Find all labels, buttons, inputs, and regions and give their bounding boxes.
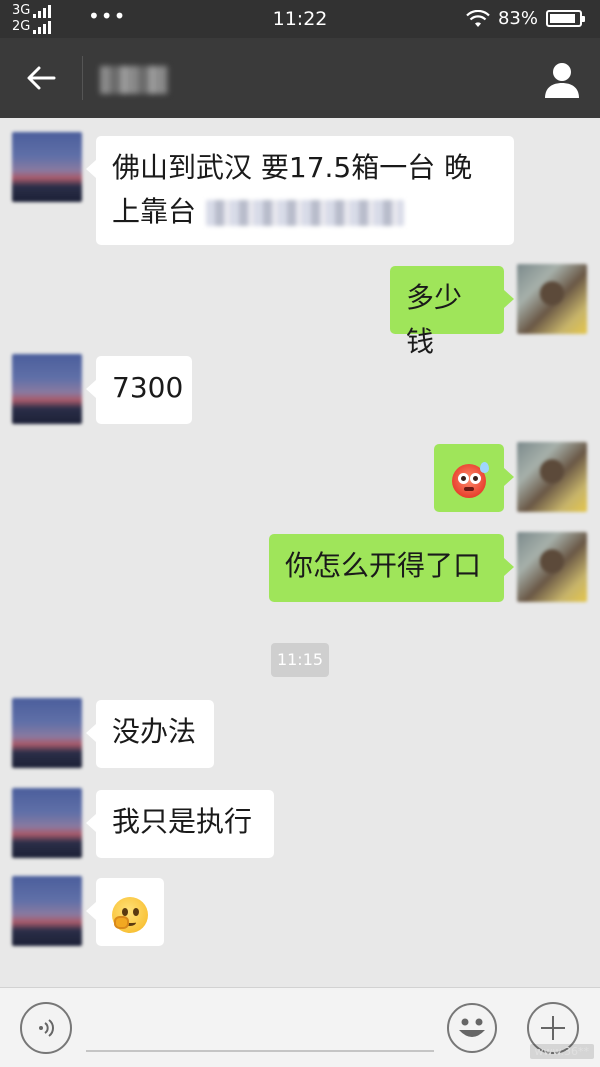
my-avatar[interactable]	[517, 532, 587, 602]
person-icon	[545, 63, 579, 98]
message-bubble-outgoing[interactable]	[434, 444, 514, 512]
message-input-bar: www.36**	[0, 987, 600, 1067]
message-text: 没办法	[112, 715, 197, 748]
contact-avatar[interactable]	[12, 132, 82, 202]
status-bar: 3G 2G ••• 11:22 83%	[0, 0, 600, 38]
message-bubble-incoming[interactable]: 我只是执行	[86, 790, 274, 858]
message-bubble-incoming[interactable]	[86, 878, 164, 946]
message-bubble-incoming[interactable]: 佛山到武汉 要17.5箱一台 晚上靠台	[86, 136, 514, 245]
my-avatar[interactable]	[517, 442, 587, 512]
chat-area[interactable]: 佛山到武汉 要17.5箱一台 晚上靠台 多少钱 7300 你怎么开得了口 11:…	[0, 118, 600, 987]
smiley-icon	[447, 1003, 497, 1053]
contact-avatar[interactable]	[12, 698, 82, 768]
battery-icon	[546, 10, 585, 27]
watermark: www.36**	[529, 1044, 594, 1059]
chat-title: 曲 叉	[100, 66, 168, 94]
battery-percent: 83%	[497, 8, 538, 29]
flushed-face-emoji	[452, 462, 489, 498]
thinking-face-emoji	[112, 897, 148, 933]
message-text: 我只是执行	[112, 805, 253, 838]
voice-icon	[39, 1019, 54, 1037]
message-bubble-incoming[interactable]: 7300	[86, 356, 192, 424]
emoji-button[interactable]	[446, 1002, 498, 1054]
contact-avatar[interactable]	[12, 354, 82, 424]
back-arrow-icon	[27, 66, 56, 90]
redacted-phone-number	[206, 200, 405, 226]
back-button[interactable]	[16, 58, 66, 98]
message-bubble-outgoing[interactable]: 多少钱	[390, 266, 514, 358]
message-text: 你怎么开得了口	[285, 549, 482, 582]
message-input[interactable]	[86, 1002, 434, 1052]
message-text: 多少钱	[406, 281, 463, 358]
message-bubble-outgoing[interactable]: 你怎么开得了口	[269, 534, 514, 602]
my-avatar[interactable]	[517, 264, 587, 334]
message-bubble-incoming[interactable]: 没办法	[86, 700, 214, 768]
voice-input-button[interactable]	[20, 1002, 72, 1054]
timestamp-divider: 11:15	[271, 643, 329, 677]
contact-avatar[interactable]	[12, 788, 82, 858]
chat-header: 曲 叉	[0, 38, 600, 118]
wifi-icon	[466, 9, 490, 27]
header-divider	[82, 56, 83, 100]
contact-avatar[interactable]	[12, 876, 82, 946]
status-right: 83%	[466, 8, 585, 29]
profile-button[interactable]	[540, 58, 584, 102]
message-text: 7300	[112, 371, 184, 404]
